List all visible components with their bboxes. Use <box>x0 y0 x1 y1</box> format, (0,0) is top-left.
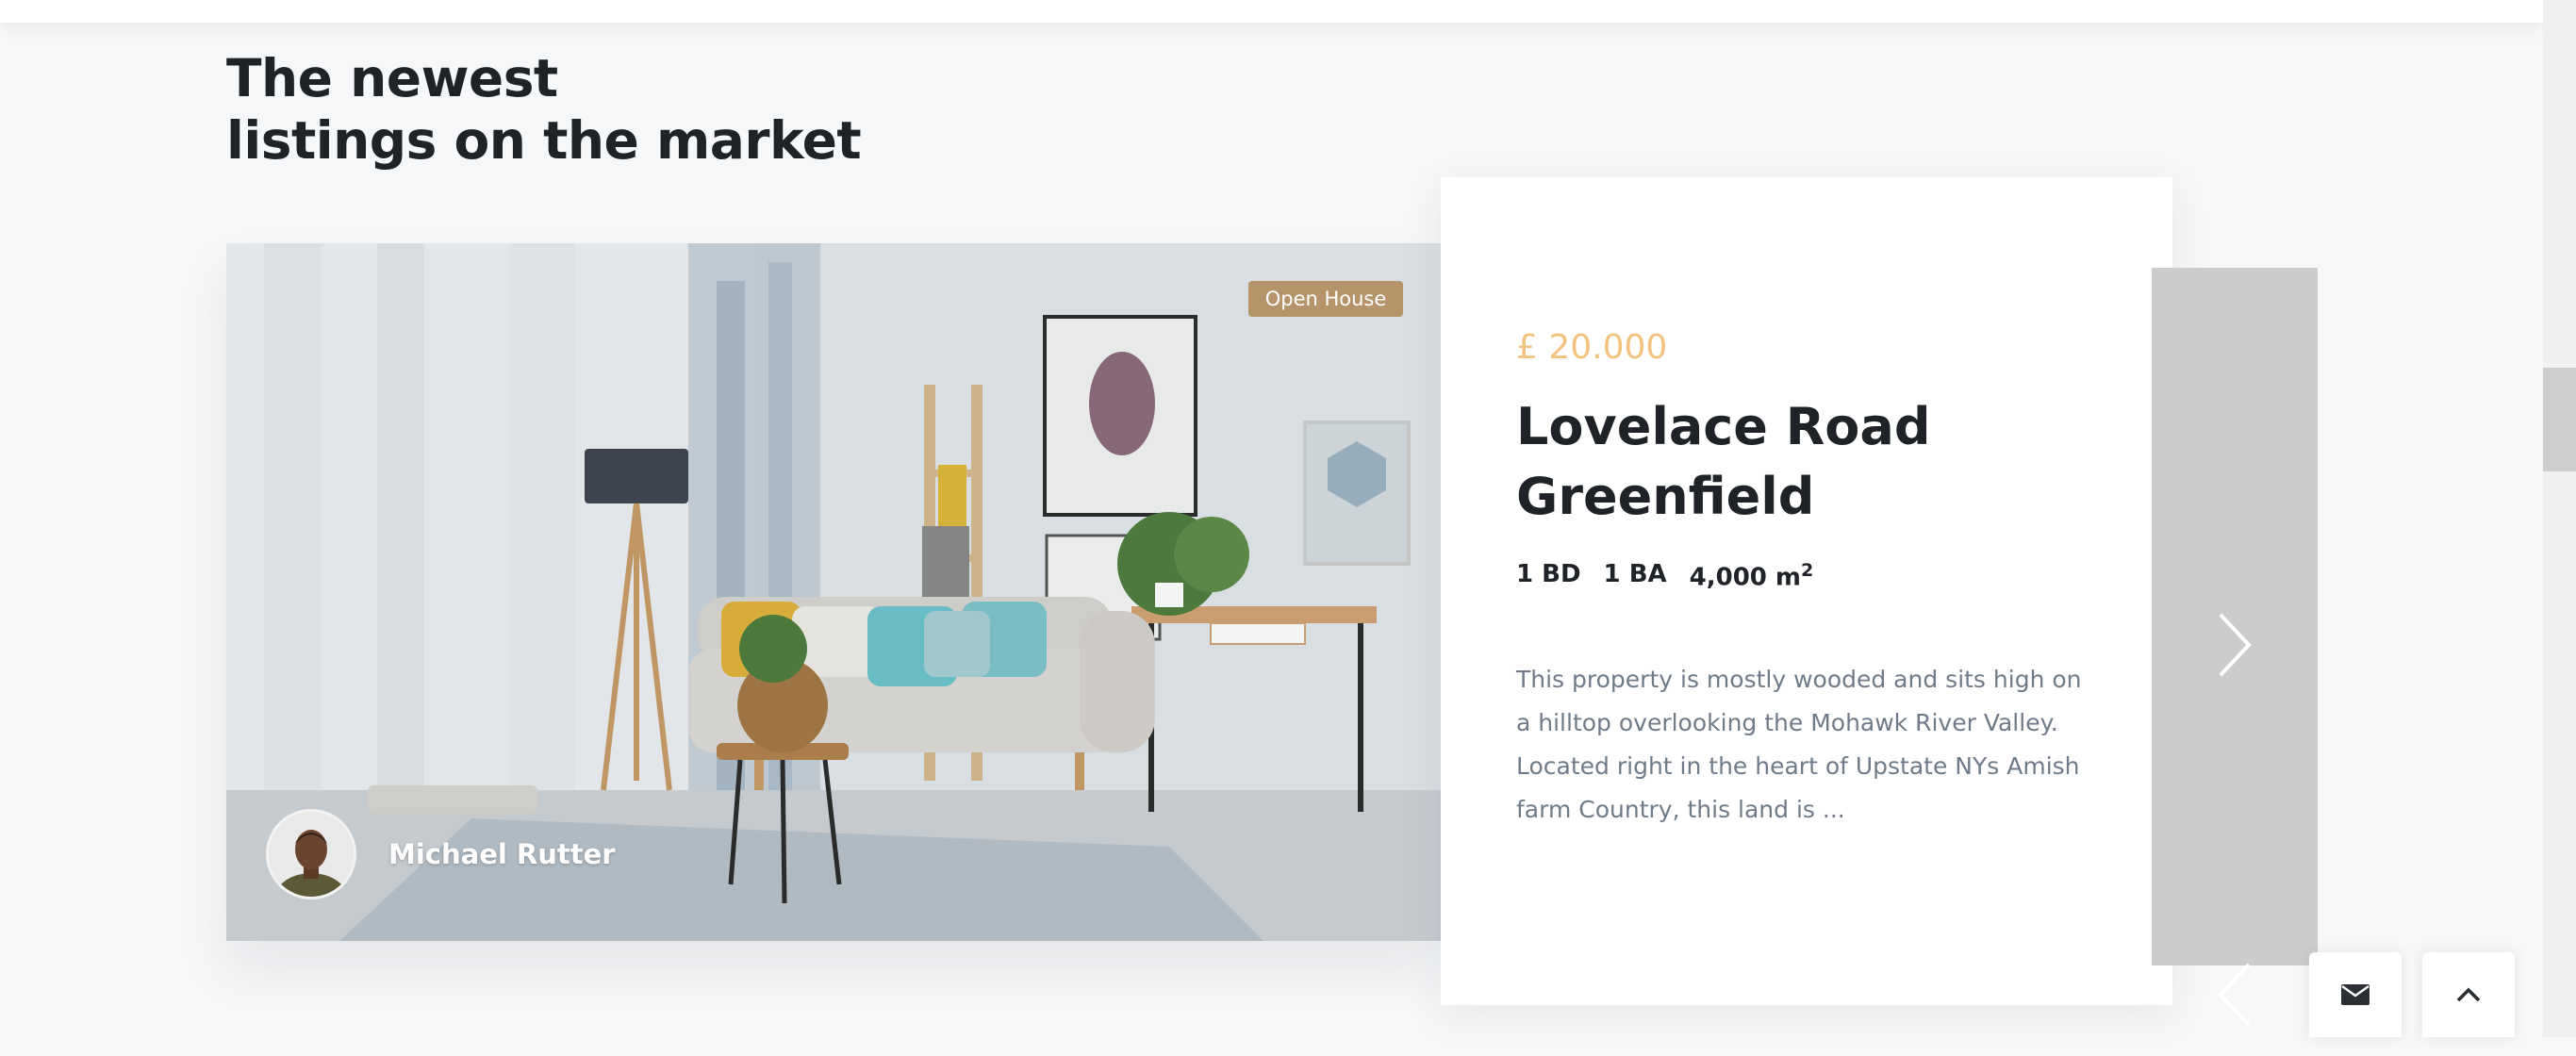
next-listing-button[interactable] <box>2152 584 2318 706</box>
agent-name[interactable]: Michael Rutter <box>388 838 616 870</box>
section-heading-line2: listings on the market <box>226 110 862 171</box>
scroll-to-top-button[interactable] <box>2422 952 2515 1037</box>
listing-title-line1[interactable]: Lovelace Road <box>1516 392 2120 462</box>
person-avatar-icon <box>269 812 354 897</box>
section-heading-line1: The newest <box>226 48 558 108</box>
envelope-icon <box>2341 984 2370 1005</box>
listing-description: This property is mostly wooded and sits … <box>1516 666 2082 823</box>
section-heading: The newest listings on the market <box>226 47 862 172</box>
scrollbar-thumb[interactable] <box>2543 368 2576 471</box>
open-house-badge: Open House <box>1248 281 1403 317</box>
chevron-left-icon <box>2218 963 2251 1027</box>
listing-title[interactable]: Lovelace Road Greenfield <box>1516 392 2120 532</box>
listing-price: £ 20.000 <box>1516 328 1668 367</box>
bathrooms-count: 1 BA <box>1603 560 1667 588</box>
agent-info[interactable]: Michael Rutter <box>266 809 616 899</box>
bedrooms-count: 1 BD <box>1516 560 1581 588</box>
agent-avatar[interactable] <box>266 809 356 899</box>
contact-mail-button[interactable] <box>2309 952 2402 1037</box>
listing-specs: 1 BD 1 BA 4,000 m2 <box>1516 560 1813 592</box>
area-size: 4,000 m2 <box>1690 560 1814 592</box>
chevron-up-icon <box>2456 987 2481 1002</box>
area-value: 4,000 m <box>1689 563 1802 592</box>
slider-controls <box>2152 268 2318 1027</box>
listing-title-line2[interactable]: Greenfield <box>1516 462 2120 532</box>
page-scrollbar[interactable] <box>2543 0 2576 1037</box>
chevron-right-icon <box>2219 613 2252 677</box>
previous-listing-button[interactable] <box>2152 933 2318 1056</box>
area-unit-superscript: 2 <box>1801 560 1814 581</box>
top-header-bar <box>0 0 2543 23</box>
listing-card: £ 20.000 Lovelace Road Greenfield 1 BD 1… <box>1441 177 2172 1005</box>
